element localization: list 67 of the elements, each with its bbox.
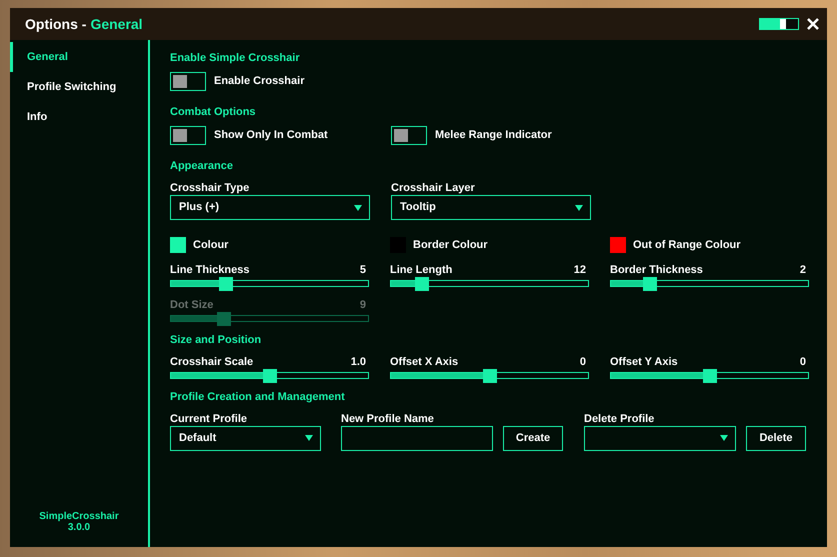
toggle-label: Melee Range Indicator bbox=[435, 128, 552, 144]
toggle-label: Enable Crosshair bbox=[214, 74, 304, 90]
slider-value: 0 bbox=[580, 354, 587, 368]
slider-value: 9 bbox=[360, 298, 367, 310]
toggle-knob bbox=[173, 129, 187, 142]
dropdown[interactable]: Tooltip bbox=[391, 195, 591, 220]
toggle-knob bbox=[394, 129, 408, 142]
slider-value: 2 bbox=[800, 262, 807, 276]
colour-label: Border Colour bbox=[413, 238, 488, 253]
delete-button[interactable]: Delete bbox=[746, 426, 806, 450]
section-heading: Enable Simple Crosshair bbox=[170, 51, 301, 64]
colour-swatch[interactable] bbox=[610, 237, 626, 254]
toggle-label: Show Only In Combat bbox=[214, 128, 328, 144]
toggle-switch[interactable] bbox=[170, 126, 206, 145]
section-heading: Profile Creation and Management bbox=[170, 390, 346, 402]
slider-value: 12 bbox=[574, 262, 587, 276]
field-label: Delete Profile bbox=[584, 412, 656, 424]
caret-icon bbox=[720, 435, 728, 441]
slider-value: 5 bbox=[360, 262, 367, 276]
addon-name: SimpleCrosshair bbox=[39, 511, 119, 522]
colour-label: Colour bbox=[193, 238, 228, 253]
text-input[interactable] bbox=[341, 426, 493, 450]
close-icon[interactable] bbox=[807, 18, 819, 30]
sidebar-item[interactable]: General bbox=[10, 42, 148, 72]
dropdown[interactable] bbox=[584, 426, 736, 450]
caret-icon bbox=[305, 435, 313, 441]
slider-value: 0 bbox=[800, 354, 807, 368]
version-text: 3.0.0 bbox=[68, 522, 90, 533]
sidebar-item[interactable]: Profile Switching bbox=[10, 72, 148, 102]
colour-swatch[interactable] bbox=[170, 237, 186, 254]
caret-icon bbox=[354, 204, 362, 210]
slider-label: Border Thickness bbox=[610, 262, 703, 276]
toggle-switch[interactable] bbox=[170, 72, 206, 91]
window-section: General bbox=[90, 14, 143, 34]
field-label: Current Profile bbox=[170, 412, 248, 424]
slider-thumb[interactable] bbox=[414, 276, 429, 290]
window-title: Options - bbox=[25, 14, 86, 34]
slider-label: Line Thickness bbox=[170, 262, 250, 276]
section-heading: Appearance bbox=[170, 159, 234, 172]
slider-thumb[interactable] bbox=[218, 276, 233, 290]
slider-label: Offset X Axis bbox=[390, 354, 458, 368]
field-label: Crosshair Layer bbox=[391, 181, 476, 194]
section-heading: Combat Options bbox=[170, 105, 257, 118]
sidebar-item[interactable]: Info bbox=[10, 102, 148, 132]
field-label: New Profile Name bbox=[341, 412, 435, 424]
slider-label: Offset Y Axis bbox=[610, 354, 678, 368]
dropdown-value: Plus (+) bbox=[179, 200, 220, 216]
opacity-slider[interactable] bbox=[759, 18, 799, 30]
colour-label: Out of Range Colour bbox=[633, 238, 741, 253]
dropdown[interactable]: Default bbox=[170, 426, 321, 450]
slider-thumb[interactable] bbox=[642, 276, 657, 290]
slider-thumb[interactable] bbox=[262, 368, 276, 382]
section-heading: Size and Position bbox=[170, 332, 262, 346]
slider-label: Line Length bbox=[390, 262, 452, 276]
field-label: Crosshair Type bbox=[170, 181, 250, 194]
create-button[interactable]: Create bbox=[503, 426, 563, 450]
dropdown-value: Default bbox=[179, 430, 216, 446]
slider-label: Crosshair Scale bbox=[170, 354, 254, 368]
toggle-switch[interactable] bbox=[391, 126, 427, 145]
toggle-knob bbox=[173, 75, 187, 88]
dropdown-value: Tooltip bbox=[400, 200, 436, 216]
dropdown[interactable]: Plus (+) bbox=[170, 195, 370, 220]
slider-value: 1.0 bbox=[350, 354, 367, 368]
slider-thumb[interactable] bbox=[702, 368, 716, 382]
slider-thumb[interactable] bbox=[482, 368, 496, 382]
slider-label: Dot Size bbox=[170, 298, 214, 310]
caret-icon bbox=[575, 204, 583, 210]
